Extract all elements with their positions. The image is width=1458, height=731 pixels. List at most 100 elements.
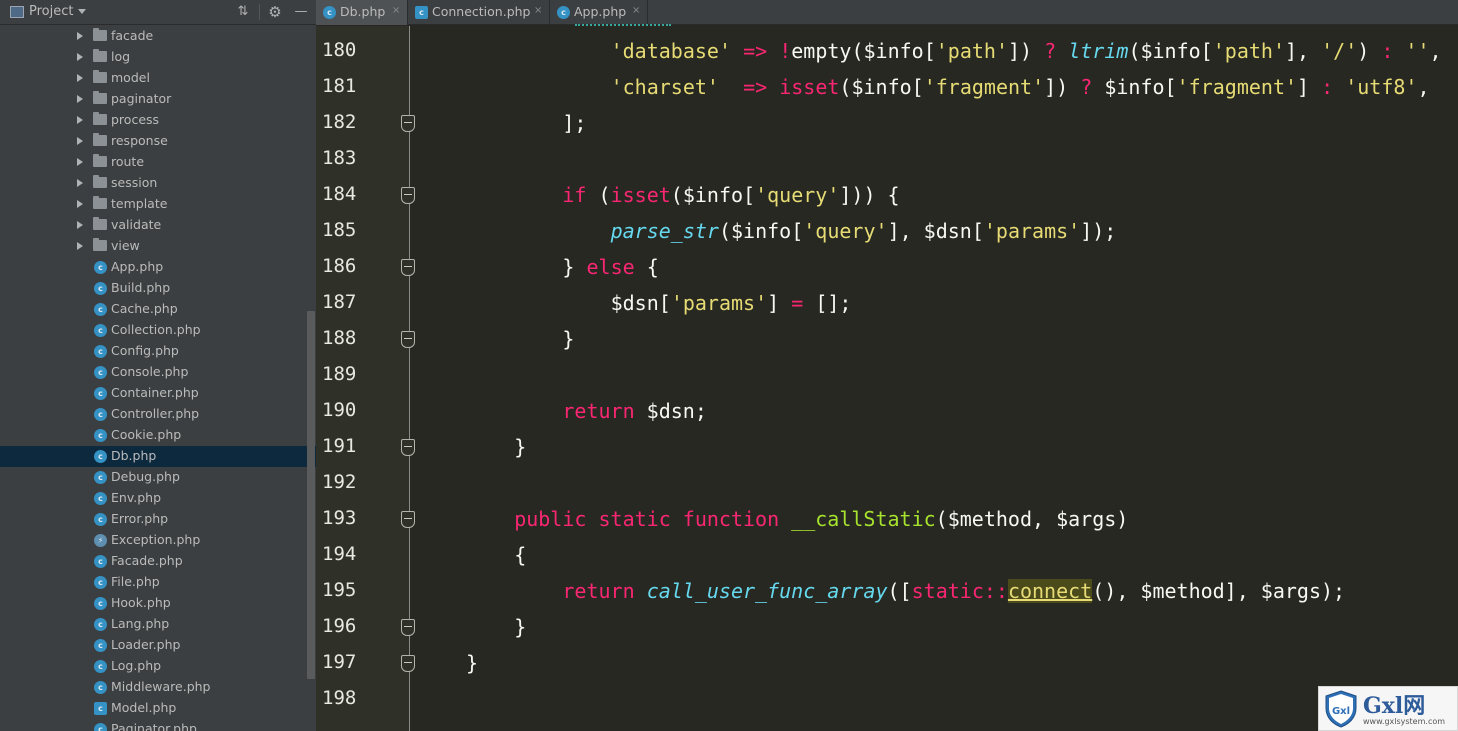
tree-file[interactable]: c File.php — [0, 572, 316, 593]
code-text: public static function __callStatic($met… — [514, 507, 1128, 531]
code-token: ) — [1357, 39, 1382, 63]
class-icon: c — [94, 618, 107, 631]
code-token: __callStatic — [791, 507, 936, 531]
fold-marker-icon[interactable] — [401, 187, 415, 204]
code-token: ], $dsn[ — [887, 219, 984, 243]
tree-folder[interactable]: process — [0, 110, 316, 131]
tree-file[interactable]: c Facade.php — [0, 551, 316, 572]
tree-folder[interactable]: log — [0, 47, 316, 68]
gear-icon[interactable]: ⚙ — [266, 3, 284, 21]
class-icon: c — [94, 282, 107, 295]
project-tree: facade log model paginator process response ro… — [0, 26, 316, 731]
fold-marker-icon[interactable] — [401, 115, 415, 132]
expand-arrow-icon[interactable] — [77, 179, 83, 187]
code-line: 184 if (isset($info['query'])) { — [316, 178, 1458, 214]
class-icon: c — [94, 681, 107, 694]
code-token: 'charset' — [610, 75, 719, 99]
expand-arrow-icon[interactable] — [77, 74, 83, 82]
expand-arrow-icon[interactable] — [77, 32, 83, 40]
fold-marker-icon[interactable] — [401, 619, 415, 636]
project-view-selector[interactable]: Project — [29, 4, 73, 19]
tree-file[interactable]: c Debug.php — [0, 467, 316, 488]
tree-folder[interactable]: template — [0, 194, 316, 215]
expand-arrow-icon[interactable] — [77, 95, 83, 103]
code-token: 'fragment' — [923, 75, 1045, 99]
tree-file[interactable]: c Cookie.php — [0, 425, 316, 446]
expand-arrow-icon[interactable] — [77, 200, 83, 208]
tree-file[interactable]: c Loader.php — [0, 635, 316, 656]
tree-file[interactable]: c Config.php — [0, 341, 316, 362]
tree-file[interactable]: c Collection.php — [0, 320, 316, 341]
tree-file[interactable]: c Env.php — [0, 488, 316, 509]
tree-folder[interactable]: facade — [0, 26, 316, 47]
code-token: []; — [803, 291, 852, 315]
code-token: $dsn[ — [610, 291, 671, 315]
close-icon[interactable]: × — [632, 5, 640, 16]
tree-file[interactable]: c Lang.php — [0, 614, 316, 635]
class-icon: c — [94, 639, 107, 652]
code-token: public — [514, 507, 587, 531]
tree-folder[interactable]: response — [0, 131, 316, 152]
expand-arrow-icon[interactable] — [77, 242, 83, 250]
expand-arrow-icon[interactable] — [77, 158, 83, 166]
editor-tab-bar: c Db.php × c Connection.php × c App.php × — [316, 0, 1458, 25]
tree-file[interactable]: c Log.php — [0, 656, 316, 677]
chevron-down-icon[interactable] — [78, 9, 86, 14]
tree-folder[interactable]: view — [0, 236, 316, 257]
tree-file[interactable]: c Hook.php — [0, 593, 316, 614]
tab-app[interactable]: c App.php × — [550, 0, 648, 25]
code-token: = — [791, 291, 804, 315]
code-editor[interactable]: 180'database' => !empty($info['path']) ?… — [316, 26, 1458, 731]
tree-file[interactable]: ⚡ Exception.php — [0, 530, 316, 551]
tree-folder[interactable]: route — [0, 152, 316, 173]
tree-file[interactable]: c Middleware.php — [0, 677, 316, 698]
tree-item-label: session — [111, 175, 158, 190]
tree-folder[interactable]: validate — [0, 215, 316, 236]
line-number: 196 — [322, 615, 357, 637]
tree-file[interactable]: c Error.php — [0, 509, 316, 530]
fold-marker-icon[interactable] — [401, 259, 415, 276]
tree-item-label: Paginator.php — [111, 721, 197, 731]
fold-marker-icon[interactable] — [401, 439, 415, 456]
tree-scrollbar[interactable] — [307, 311, 315, 679]
close-icon[interactable]: × — [534, 5, 542, 16]
line-number: 188 — [322, 327, 357, 349]
expand-arrow-icon[interactable] — [77, 137, 83, 145]
close-icon[interactable]: × — [392, 5, 400, 16]
fold-marker-icon[interactable] — [401, 331, 415, 348]
tree-item-label: Console.php — [111, 364, 189, 379]
line-number: 194 — [322, 543, 357, 565]
tab-label: App.php — [574, 4, 627, 19]
tree-file[interactable]: c Model.php — [0, 698, 316, 719]
tree-file[interactable]: c Console.php — [0, 362, 316, 383]
code-line: 180'database' => !empty($info['path']) ?… — [316, 34, 1458, 70]
collapse-all-icon[interactable]: ⇅ — [234, 3, 252, 21]
tree-file[interactable]: c Container.php — [0, 383, 316, 404]
folder-icon — [93, 154, 107, 167]
tree-folder[interactable]: model — [0, 68, 316, 89]
class-icon: c — [94, 345, 107, 358]
tree-file[interactable]: c Controller.php — [0, 404, 316, 425]
line-number: 185 — [322, 219, 357, 241]
tree-file[interactable]: c App.php — [0, 257, 316, 278]
code-token: return — [562, 579, 635, 603]
fold-marker-icon[interactable] — [401, 655, 415, 672]
tree-item-label: Controller.php — [111, 406, 200, 421]
tree-file[interactable]: c Paginator.php — [0, 719, 316, 731]
tree-file[interactable]: c Cache.php — [0, 299, 316, 320]
hide-panel-icon[interactable]: — — [292, 3, 310, 21]
tree-file[interactable]: c Build.php — [0, 278, 316, 299]
expand-arrow-icon[interactable] — [77, 221, 83, 229]
tree-file[interactable]: c Db.php — [0, 446, 316, 467]
tree-folder[interactable]: paginator — [0, 89, 316, 110]
folder-icon — [93, 70, 107, 83]
fold-marker-icon[interactable] — [401, 511, 415, 528]
code-text: if (isset($info['query'])) { — [562, 183, 899, 207]
expand-arrow-icon[interactable] — [77, 116, 83, 124]
tab-db[interactable]: c Db.php × — [316, 0, 408, 25]
tree-folder[interactable]: session — [0, 173, 316, 194]
expand-arrow-icon[interactable] — [77, 53, 83, 61]
tab-connection[interactable]: c Connection.php × — [408, 0, 550, 25]
code-token: call_user_func_array — [646, 579, 888, 603]
